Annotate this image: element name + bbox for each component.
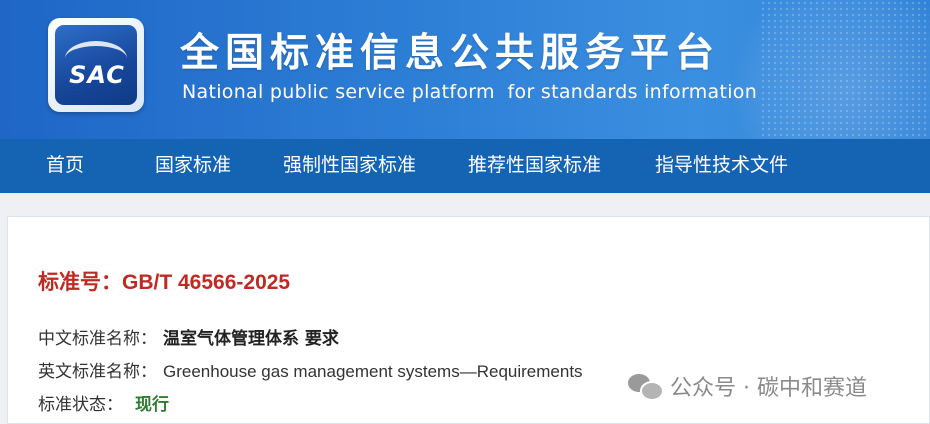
main-nav: 首页 国家标准 强制性国家标准 推荐性国家标准 指导性技术文件 [0, 139, 930, 193]
nav-item-recommended-standards[interactable]: 推荐性国家标准 [468, 139, 601, 193]
status-value: 现行 [135, 395, 169, 415]
watermark: 公众号 · 碳中和赛道 [628, 370, 867, 402]
nav-item-national-standards[interactable]: 国家标准 [155, 139, 231, 193]
standard-number: 标准号：GB/T 46566-2025 [38, 271, 291, 294]
status-row: 标准状态： 现行 [38, 390, 169, 415]
dot-map-decoration [760, 0, 930, 139]
en-name-value: Greenhouse gas management systems—Requir… [163, 362, 583, 381]
nav-item-home[interactable]: 首页 [46, 139, 84, 193]
wechat-bubble-front [640, 381, 664, 401]
watermark-text: 公众号 · 碳中和赛道 [670, 376, 867, 401]
header-banner: SAC 全国标准信息公共服务平台 National public service… [0, 0, 930, 139]
nav-item-guidance-documents[interactable]: 指导性技术文件 [655, 139, 788, 193]
site-title-cn: 全国标准信息公共服务平台 [180, 31, 721, 76]
cn-name-label: 中文标准名称： [38, 329, 157, 349]
nav-item-mandatory-standards[interactable]: 强制性国家标准 [283, 139, 416, 193]
en-name-row: 英文标准名称： Greenhouse gas management systems… [38, 357, 583, 382]
sac-logo[interactable]: SAC [48, 18, 144, 112]
logo-text: SAC [69, 61, 125, 89]
wechat-icon [628, 372, 664, 401]
logo-inner: SAC [55, 25, 137, 105]
site-title-en: National public service platform for sta… [182, 81, 758, 103]
cn-name-value: 温室气体管理体系 要求 [163, 329, 339, 349]
cn-name-row: 中文标准名称： 温室气体管理体系 要求 [38, 324, 339, 349]
status-label: 标准状态： [38, 395, 123, 415]
en-name-label: 英文标准名称： [38, 362, 157, 382]
